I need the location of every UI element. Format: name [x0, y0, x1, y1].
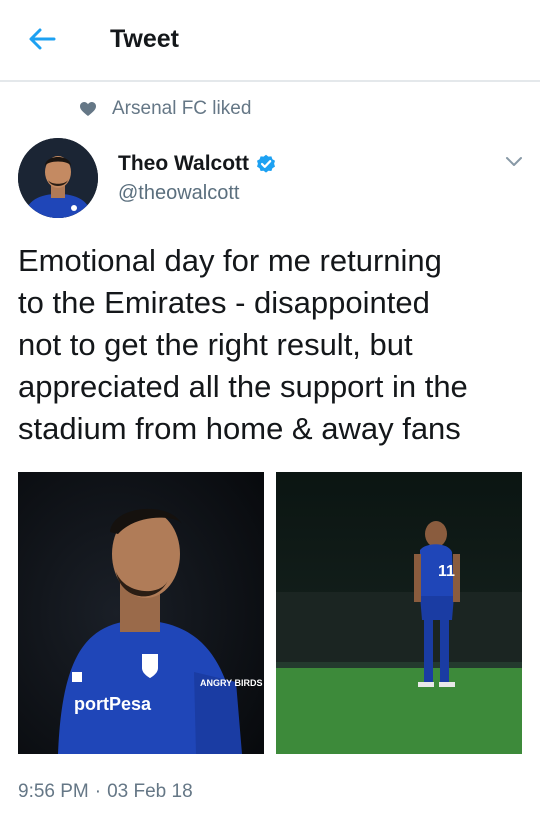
page-title: Tweet [110, 25, 179, 53]
timestamp-separator: · [94, 781, 102, 802]
tweet-detail-screen: Tweet Arsenal FC liked Theo Walcott @the… [0, 0, 540, 818]
chevron-down-icon [506, 157, 522, 166]
shirt-number-text: 11 [438, 563, 455, 580]
author-handle[interactable]: @theowalcott [118, 182, 276, 205]
social-context-label: Arsenal FC liked [112, 98, 252, 119]
tweet-time: 9:56 PM [18, 781, 89, 802]
back-arrow-icon [29, 28, 56, 50]
tweet-date: 03 Feb 18 [107, 781, 193, 802]
social-context[interactable]: Arsenal FC liked [78, 96, 251, 122]
author-block[interactable]: Theo Walcott @theowalcott [118, 150, 276, 205]
author-name-row: Theo Walcott [118, 150, 276, 178]
tweet-timestamp[interactable]: 9:56 PM · 03 Feb 18 [18, 778, 193, 806]
avatar[interactable] [18, 138, 98, 218]
media-photo-2[interactable]: 11 [276, 472, 522, 754]
heart-icon [78, 99, 98, 119]
media-photo-1[interactable]: portPesa ANGRY BIRDS [18, 472, 264, 754]
top-bar: Tweet [0, 0, 540, 82]
verified-badge-icon [256, 154, 276, 174]
more-options-button[interactable] [500, 150, 528, 174]
sleeve-badge-text: ANGRY BIRDS [200, 678, 263, 688]
back-button[interactable] [22, 22, 62, 56]
tweet-text: Emotional day for me returning to the Em… [18, 243, 468, 446]
author-name[interactable]: Theo Walcott [118, 152, 249, 176]
shirt-sponsor-text: portPesa [74, 694, 152, 714]
